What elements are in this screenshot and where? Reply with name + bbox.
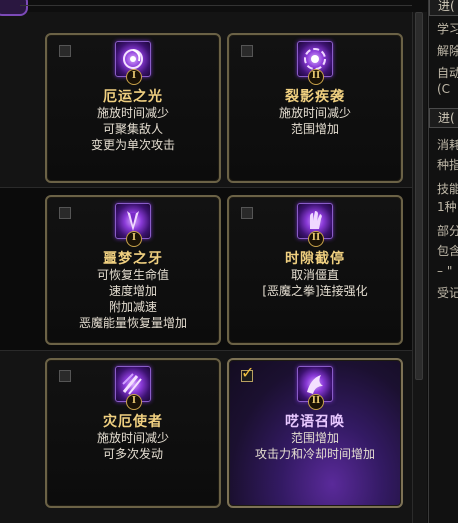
- select-checkbox[interactable]: ✓: [241, 365, 254, 382]
- talent-card-selected[interactable]: ✓ II 呓语召唤 范围增加 攻击力和冷却时间增加: [227, 358, 403, 508]
- talent-desc-line: 范围增加: [290, 431, 339, 445]
- tier-badge: II: [308, 69, 324, 85]
- checkmark-icon: ✓: [241, 363, 255, 382]
- select-checkbox[interactable]: [241, 45, 253, 57]
- side-text-line: 受记: [437, 286, 458, 300]
- side-text-line: 技能: [437, 182, 458, 196]
- side-text-line: 1种: [437, 200, 457, 214]
- talent-desc-line: 恶魔能量恢复量增加: [78, 316, 187, 330]
- side-text-line: 学习: [437, 22, 458, 36]
- talent-desc-line: 变更为单次攻击: [90, 138, 175, 152]
- talent-desc-line: 施放时间减少: [96, 431, 169, 445]
- top-tab[interactable]: [0, 0, 28, 16]
- side-section-header: 进(: [429, 0, 458, 16]
- talent-title: 裂影疾袭: [285, 89, 345, 105]
- tier-badge: II: [308, 394, 324, 410]
- side-info-panel: 进( 学习 解除 自动 (C 进( 消耗 种指 技能 1种 部分 包含 – " …: [428, 0, 458, 523]
- talent-card[interactable]: I 灾厄使者 施放时间减少 可多次发动: [45, 358, 221, 508]
- side-section-header: 进(: [429, 108, 458, 128]
- tier-badge: I: [126, 231, 142, 247]
- talent-title: 灾厄使者: [103, 414, 163, 430]
- talent-title: 厄运之光: [103, 89, 163, 105]
- talent-desc-line: 可恢复生命值: [96, 268, 169, 282]
- talent-desc-line: 范围增加: [290, 122, 339, 136]
- side-text-line: 消耗: [437, 138, 458, 152]
- talent-desc-line: 附加减速: [108, 300, 157, 314]
- talent-desc-line: 施放时间减少: [278, 106, 351, 120]
- talent-desc-line: [恶魔之拳]连接强化: [262, 284, 368, 298]
- select-checkbox[interactable]: [241, 207, 253, 219]
- talent-card[interactable]: II 时隙截停 取消僵直 [恶魔之拳]连接强化: [227, 195, 403, 345]
- talent-desc-line: 速度增加: [108, 284, 157, 298]
- select-checkbox[interactable]: [59, 207, 71, 219]
- talent-card[interactable]: II 裂影疾袭 施放时间减少 范围增加: [227, 33, 403, 183]
- talent-desc-line: 攻击力和冷却时间增加: [254, 447, 375, 461]
- talent-desc-line: 取消僵直: [290, 268, 339, 282]
- top-divider: [20, 5, 412, 6]
- side-text-line: 解除: [437, 44, 458, 58]
- talent-card[interactable]: I 噩梦之牙 可恢复生命值 速度增加 附加减速 恶魔能量恢复量增加: [45, 195, 221, 345]
- talent-title: 时隙截停: [285, 251, 345, 267]
- scrollbar-thumb[interactable]: [415, 12, 423, 380]
- select-checkbox[interactable]: [59, 45, 71, 57]
- side-text-line: 自动: [437, 66, 458, 80]
- select-checkbox[interactable]: [59, 370, 71, 382]
- tier-badge: I: [126, 69, 142, 85]
- side-text-line: (C: [437, 82, 451, 96]
- tier-badge: II: [308, 231, 324, 247]
- talent-title: 呓语召唤: [285, 414, 345, 430]
- side-text-line: 种指: [437, 158, 458, 172]
- side-text-line: 部分: [437, 224, 458, 238]
- talent-card[interactable]: I 厄运之光 施放时间减少 可聚集敌人 变更为单次攻击: [45, 33, 221, 183]
- talent-desc-line: 施放时间减少: [96, 106, 169, 120]
- talent-title: 噩梦之牙: [103, 251, 163, 267]
- talent-desc-line: 可聚集敌人: [102, 122, 163, 136]
- side-text-line: – ": [437, 264, 453, 278]
- talent-desc-line: 可多次发动: [102, 447, 163, 461]
- tier-badge: I: [126, 394, 142, 410]
- side-text-line: 包含: [437, 244, 458, 258]
